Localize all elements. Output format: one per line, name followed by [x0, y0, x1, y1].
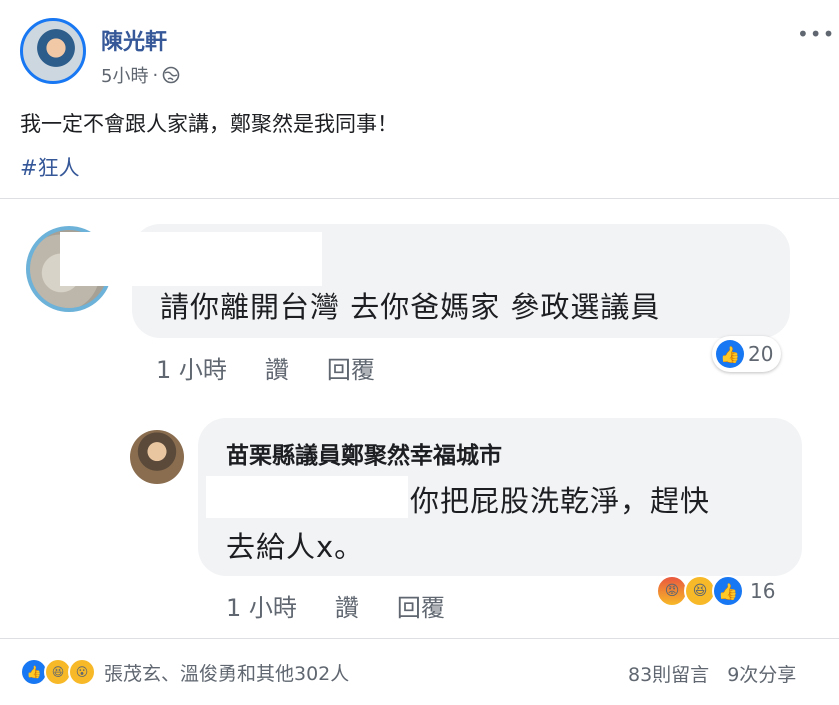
reply-link[interactable]: 回覆 [327, 350, 375, 385]
reply-link[interactable]: 回覆 [397, 588, 445, 623]
comment-actions: 1 小時 讚 回覆 [156, 350, 375, 385]
like-link[interactable]: 讚 [335, 588, 359, 623]
meta-separator: · [152, 64, 159, 86]
more-options-icon[interactable]: ••• [797, 22, 835, 46]
reactions-summary-text: 張茂玄、溫俊勇和其他302人 [104, 662, 350, 685]
divider [0, 198, 839, 199]
reply-author-name[interactable]: 苗栗縣議員鄭聚然幸福城市 [226, 436, 502, 470]
comment-text: 請你離開台灣 去你爸媽家 參政選議員 [160, 290, 661, 324]
comments-count[interactable]: 83則留言 [628, 660, 709, 687]
reply-text-line: 去給人x。 [226, 530, 365, 564]
reaction-count: 16 [750, 579, 776, 603]
like-icon: 👍 [712, 575, 744, 607]
reply-actions: 1 小時 讚 回覆 [226, 588, 445, 623]
redaction-block [206, 476, 408, 518]
engagement-counts: 83則留言 9次分享 [628, 660, 796, 687]
author-avatar[interactable] [20, 18, 86, 84]
reaction-count: 20 [748, 342, 774, 366]
like-link[interactable]: 讚 [265, 350, 289, 385]
shares-count[interactable]: 9次分享 [727, 660, 796, 687]
wow-icon: 😮 [68, 658, 96, 686]
post-meta: 5小時 · [101, 62, 180, 88]
like-icon: 👍 [716, 340, 744, 368]
reply-author-avatar[interactable] [130, 430, 184, 484]
divider [0, 638, 839, 639]
redaction-block [60, 232, 322, 286]
reply-time[interactable]: 1 小時 [226, 588, 297, 623]
comment-time[interactable]: 1 小時 [156, 350, 227, 385]
globe-icon [162, 66, 180, 84]
reaction-badge[interactable]: 👍 20 [712, 336, 782, 372]
author-name[interactable]: 陳光軒 [101, 24, 167, 56]
reaction-badge[interactable]: 😡 😆 👍 16 [652, 572, 783, 610]
reactions-summary[interactable]: 👍 😆 😮 張茂玄、溫俊勇和其他302人 [20, 658, 349, 686]
post-text: 我一定不會跟人家講，鄭聚然是我同事！ [20, 112, 398, 136]
hashtag-link[interactable]: #狂人 [20, 152, 80, 182]
post-time[interactable]: 5小時 [101, 62, 148, 88]
reply-text-line: 你把屁股洗乾淨，趕快 [410, 484, 711, 518]
